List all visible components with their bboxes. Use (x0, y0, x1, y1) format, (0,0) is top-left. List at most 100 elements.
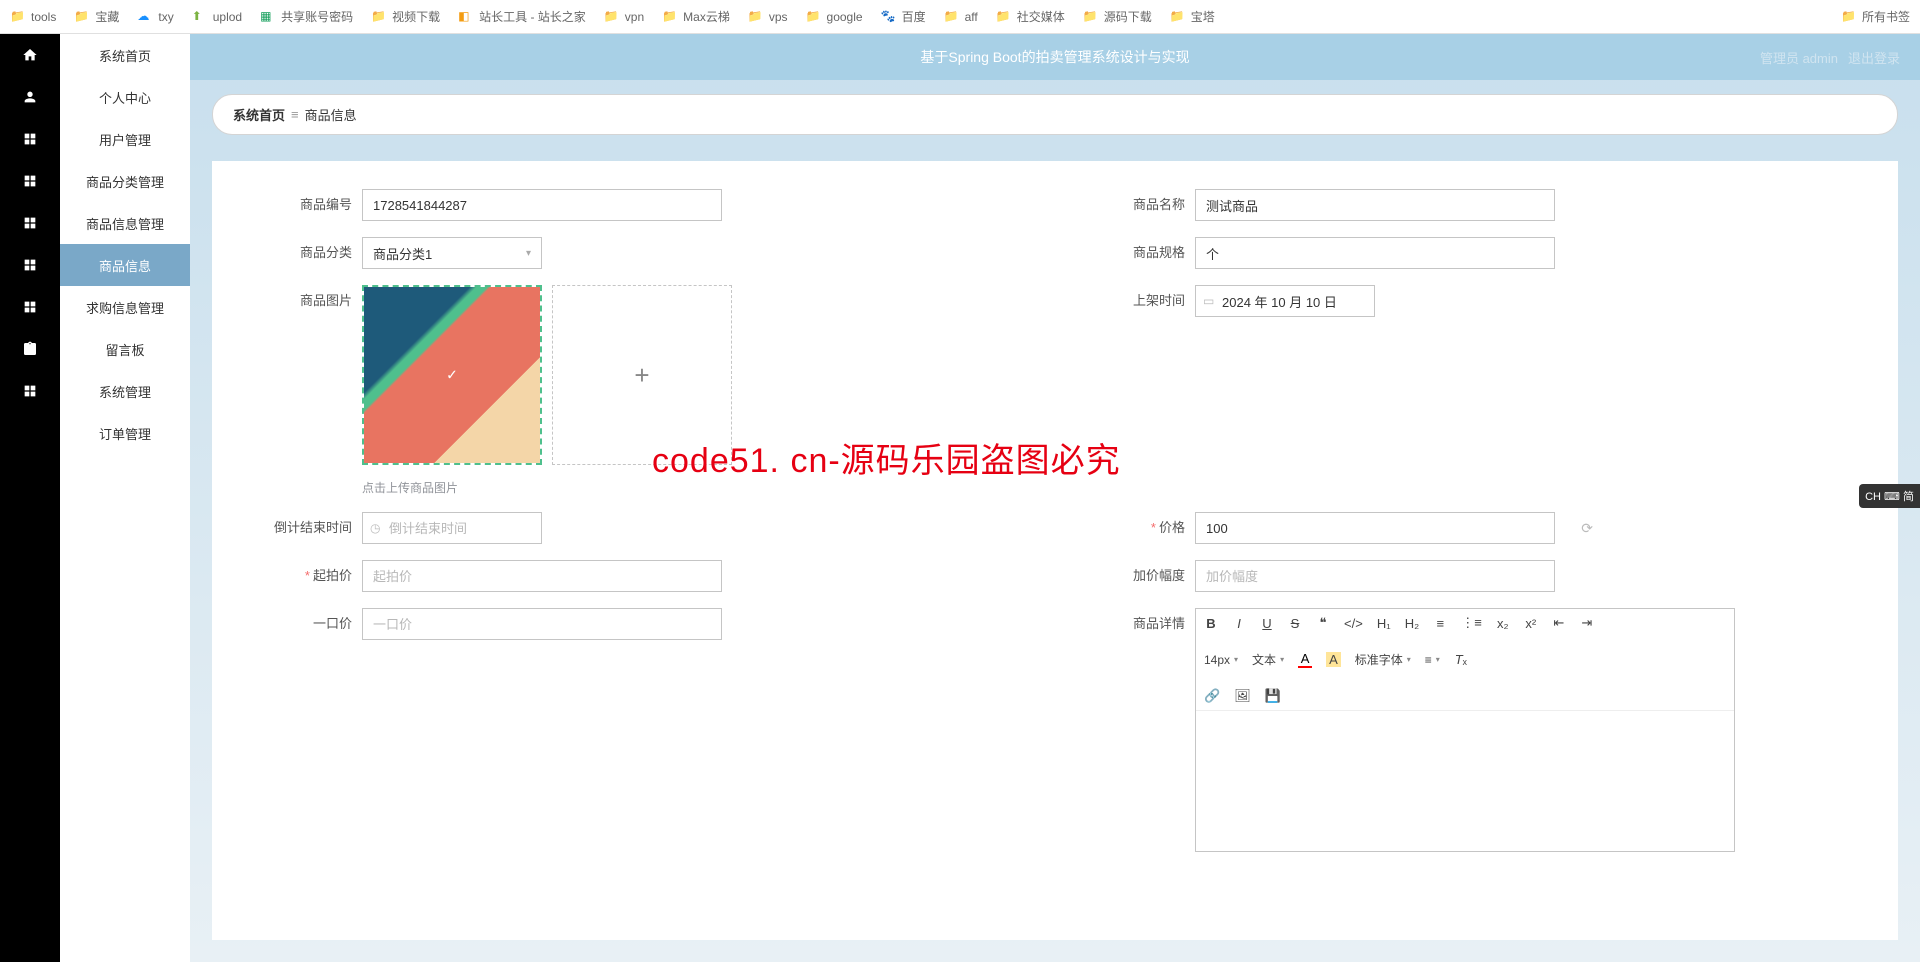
bookmarks-left: 📁tools 📁宝藏 ☁txy ⬆uplod ▦共享账号密码 📁视频下载 ◧站长… (10, 8, 1215, 25)
form-panel: code51. cn-源码乐园盗图必究 商品编号 商品名称 (212, 161, 1898, 940)
input-buyout[interactable] (362, 608, 722, 640)
rail-grid-2[interactable] (0, 160, 60, 202)
bookmark-txy[interactable]: ☁txy (137, 9, 173, 25)
rail-clipboard[interactable] (0, 328, 60, 370)
text-style-select[interactable]: 文本▾ (1252, 651, 1284, 668)
clear-format-button[interactable]: Tₓ (1454, 652, 1468, 667)
browser-bookmark-bar: 📁tools 📁宝藏 ☁txy ⬆uplod ▦共享账号密码 📁视频下载 ◧站长… (0, 0, 1920, 34)
sidebar-item-product-mgmt[interactable]: 商品信息管理 (60, 202, 190, 244)
field-product-name: 商品名称 (1085, 189, 1858, 221)
bookmark-baozang[interactable]: 📁宝藏 (74, 8, 119, 25)
logout-link[interactable]: 退出登录 (1848, 48, 1900, 67)
superscript-button[interactable]: x² (1524, 616, 1538, 631)
plus-icon: + (634, 360, 649, 391)
field-category: 商品分类 商品分类1 ▾ (252, 237, 1025, 269)
user-role-label[interactable]: 管理员 admin (1760, 48, 1838, 67)
bookmark-social[interactable]: 📁社交媒体 (996, 8, 1065, 25)
input-product-id[interactable] (362, 189, 722, 221)
field-product-id: 商品编号 (252, 189, 1025, 221)
italic-button[interactable]: I (1232, 616, 1246, 631)
ul-button[interactable]: ⋮≡ (1461, 615, 1482, 631)
ime-badge[interactable]: CH ⌨ 简 (1859, 484, 1920, 508)
input-spec[interactable] (1195, 237, 1555, 269)
rail-grid-5[interactable] (0, 286, 60, 328)
check-icon: ✓ (446, 367, 458, 384)
input-price[interactable] (1195, 512, 1555, 544)
bookmark-google[interactable]: 📁google (806, 9, 863, 25)
image-thumbnail[interactable]: ✓ (362, 285, 542, 465)
bookmark-share-account[interactable]: ▦共享账号密码 (260, 8, 353, 25)
align-select[interactable]: ≡ ▾ (1425, 653, 1440, 667)
loading-icon: ⟳ (1581, 520, 1593, 537)
bookmark-vps[interactable]: 📁vps (748, 9, 788, 25)
input-onshelf-time[interactable] (1195, 285, 1375, 317)
rail-home[interactable] (0, 34, 60, 76)
select-category[interactable]: 商品分类1 ▾ (362, 237, 542, 269)
field-start-price: *起拍价 (252, 560, 1025, 592)
h1-button[interactable]: H₁ (1377, 616, 1391, 631)
sidebar-item-home[interactable]: 系统首页 (60, 34, 190, 76)
sidebar-item-message-board[interactable]: 留言板 (60, 328, 190, 370)
bookmark-tools[interactable]: 📁tools (10, 9, 56, 25)
rail-grid-3[interactable] (0, 202, 60, 244)
bookmark-uplod[interactable]: ⬆uplod (192, 9, 242, 25)
bookmark-max-cloud[interactable]: 📁Max云梯 (662, 8, 730, 25)
field-detail: 商品详情 B I U S ❝ </> (1085, 608, 1858, 852)
upload-add-button[interactable]: + (552, 285, 732, 465)
sidebar-item-purchase[interactable]: 求购信息管理 (60, 286, 190, 328)
font-size-select[interactable]: 14px▾ (1204, 653, 1238, 667)
bookmark-baidu[interactable]: 🐾百度 (881, 8, 926, 25)
input-start-price[interactable] (362, 560, 722, 592)
link-button[interactable]: 🔗 (1204, 688, 1220, 704)
rich-editor: B I U S ❝ </> H₁ H₂ ≡ (1195, 608, 1735, 852)
font-color-button[interactable]: A (1298, 651, 1312, 668)
clock-icon: ◷ (370, 521, 380, 535)
quote-button[interactable]: ❝ (1316, 615, 1330, 631)
main: 基于Spring Boot的拍卖管理系统设计与实现 管理员 admin 退出登录… (190, 34, 1920, 962)
breadcrumb-root[interactable]: 系统首页 (233, 105, 285, 124)
label-countdown-end: 倒计结束时间 (252, 512, 362, 544)
bookmark-aff[interactable]: 📁aff (944, 9, 978, 25)
h2-button[interactable]: H₂ (1405, 616, 1419, 631)
bookmark-video-download[interactable]: 📁视频下载 (371, 8, 440, 25)
ol-button[interactable]: ≡ (1433, 616, 1447, 631)
bg-color-button[interactable]: A (1326, 652, 1341, 667)
sidebar-item-category[interactable]: 商品分类管理 (60, 160, 190, 202)
strike-button[interactable]: S (1288, 616, 1302, 631)
sidebar-item-orders[interactable]: 订单管理 (60, 412, 190, 454)
rail-user[interactable] (0, 76, 60, 118)
input-product-name[interactable] (1195, 189, 1555, 221)
label-step: 加价幅度 (1085, 560, 1195, 592)
editor-body[interactable] (1196, 711, 1734, 851)
sidebar-item-product-info[interactable]: 商品信息 (60, 244, 190, 286)
upload-hint: 点击上传商品图片 (362, 479, 1025, 496)
save-button[interactable]: 💾 (1265, 688, 1281, 704)
sidebar-item-users[interactable]: 用户管理 (60, 118, 190, 160)
field-step: 加价幅度 (1085, 560, 1858, 592)
font-family-select[interactable]: 标准字体▾ (1355, 651, 1411, 668)
bookmark-source-download[interactable]: 📁源码下载 (1083, 8, 1152, 25)
indent-button[interactable]: ⇤ (1552, 615, 1566, 631)
field-buyout: 一口价 (252, 608, 1025, 852)
sidebar-item-profile[interactable]: 个人中心 (60, 76, 190, 118)
label-start-price: *起拍价 (252, 560, 362, 592)
image-button[interactable]: 🖼 (1234, 688, 1251, 704)
input-step[interactable] (1195, 560, 1555, 592)
underline-button[interactable]: U (1260, 616, 1274, 631)
rail-grid-1[interactable] (0, 118, 60, 160)
rail-grid-6[interactable] (0, 370, 60, 412)
sidebar-item-system[interactable]: 系统管理 (60, 370, 190, 412)
bookmark-baota[interactable]: 📁宝塔 (1170, 8, 1215, 25)
code-button[interactable]: </> (1344, 616, 1363, 631)
sidebar: 系统首页 个人中心 用户管理 商品分类管理 商品信息管理 商品信息 求购信息管理… (60, 34, 190, 962)
bookmark-vpn[interactable]: 📁vpn (604, 9, 644, 25)
rail-grid-4[interactable] (0, 244, 60, 286)
outdent-button[interactable]: ⇥ (1580, 615, 1594, 631)
bookmark-all[interactable]: 📁所有书签 (1841, 8, 1910, 25)
label-onshelf-time: 上架时间 (1085, 285, 1195, 317)
subscript-button[interactable]: x₂ (1496, 616, 1510, 631)
bold-button[interactable]: B (1204, 616, 1218, 631)
input-countdown-end[interactable] (362, 512, 542, 544)
breadcrumb: 系统首页 ≡ 商品信息 (212, 94, 1898, 135)
bookmark-zhanzhang[interactable]: ◧站长工具 - 站长之家 (458, 8, 586, 25)
